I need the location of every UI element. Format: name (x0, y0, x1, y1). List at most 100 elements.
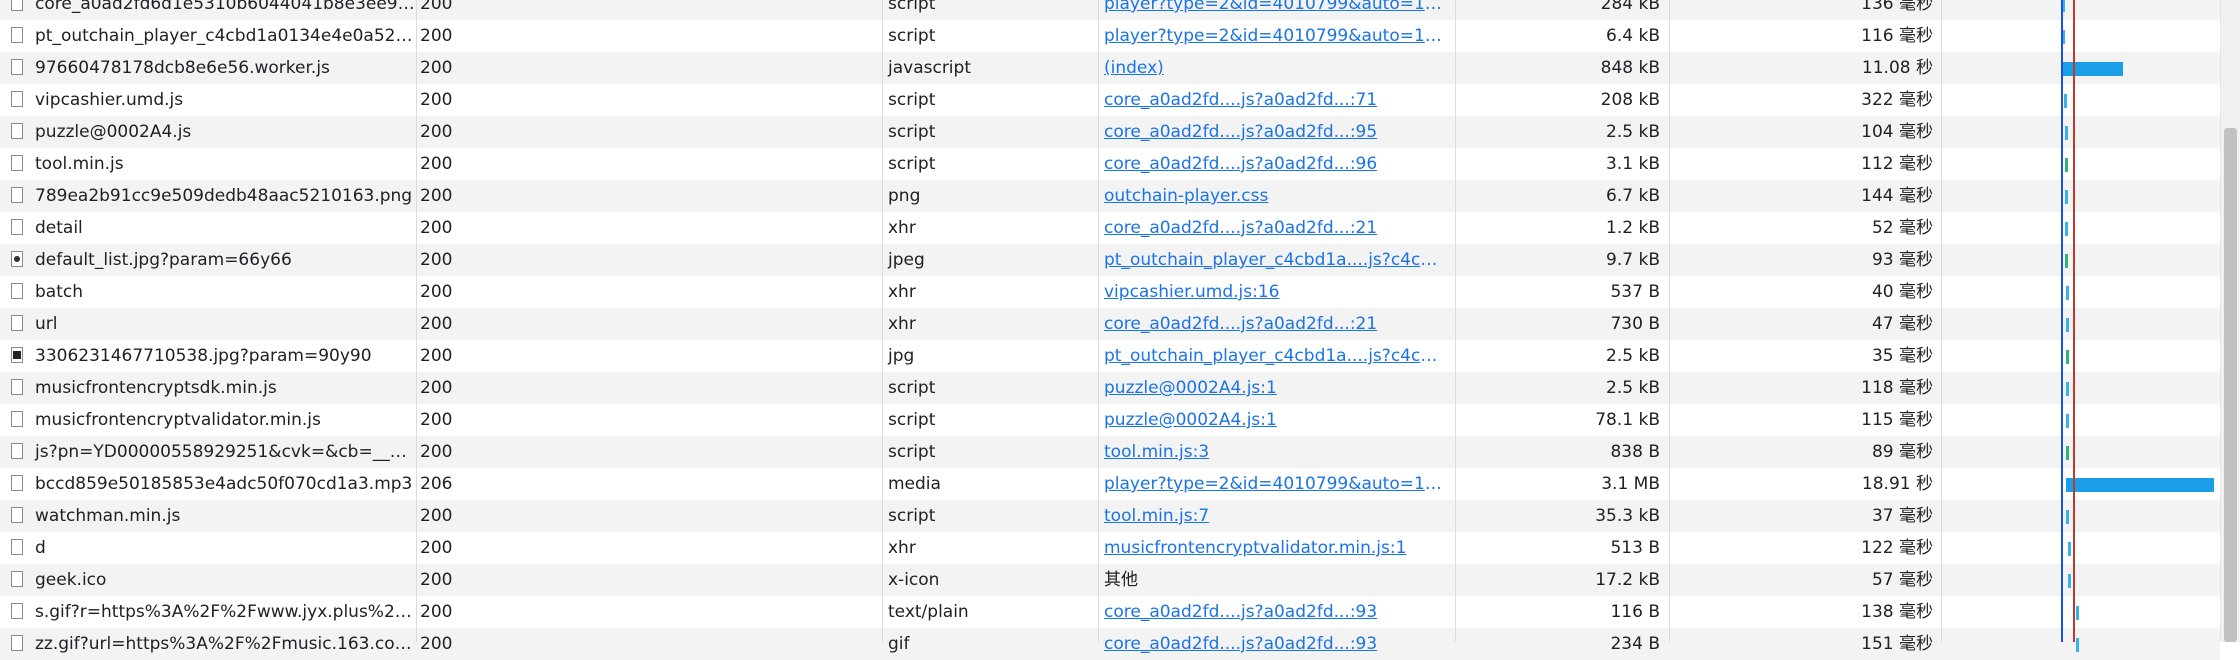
time-cell: 104 毫秒 (1861, 122, 1933, 142)
table-row[interactable]: puzzle@0002A4.js 200 script core_a0ad2fd...… (0, 116, 2220, 148)
table-row[interactable]: tool.min.js 200 script core_a0ad2fd....js?a… (0, 148, 2220, 180)
initiator-link[interactable]: core_a0ad2fd....js?a0ad2fd...:93 (1098, 628, 1455, 660)
initiator-link[interactable]: musicfrontencryptvalidator.min.js:1 (1098, 532, 1455, 564)
size-cell: 1.2 kB (1606, 218, 1660, 238)
request-name-cell[interactable]: pt_outchain_player_c4cbd1a0134e4e0a5217c… (0, 20, 416, 52)
waterfall-load-line (2073, 0, 2075, 642)
request-name-cell[interactable]: url (0, 308, 416, 340)
type-cell: script (888, 442, 936, 462)
table-row[interactable]: js?pn=YD00000558929251&cvk=&cb=__wmj... 2… (0, 436, 2220, 468)
time-cell: 322 毫秒 (1861, 90, 1933, 110)
document-icon (11, 539, 23, 555)
request-name-cell[interactable]: core_a0ad2fd6d1e5310b6044041b8e3ee956.js (0, 0, 416, 20)
request-name-cell[interactable]: watchman.min.js (0, 500, 416, 532)
size-cell: 35.3 kB (1595, 506, 1660, 526)
scrollbar-thumb[interactable] (2224, 128, 2237, 642)
request-name-cell[interactable]: bccd859e50185853e4adc50f070cd1a3.mp3 (0, 468, 416, 500)
request-name-cell[interactable]: s.gif?r=https%3A%2F%2Fwww.jyx.plus%2F&l.… (0, 596, 416, 628)
type-cell: script (888, 378, 936, 398)
table-row[interactable]: zz.gif?url=https%3A%2F%2Fmusic.163.com%.… (0, 628, 2220, 660)
initiator-link[interactable]: vipcashier.umd.js:16 (1098, 276, 1455, 308)
initiator-link[interactable]: outchain-player.css (1098, 180, 1455, 212)
request-name-cell[interactable]: geek.ico (0, 564, 416, 596)
waterfall-bar (2065, 286, 2069, 300)
status-cell: 200 (420, 186, 453, 206)
table-row[interactable]: musicfrontencryptvalidator.min.js 200 scri… (0, 404, 2220, 436)
request-name-cell[interactable]: batch (0, 276, 416, 308)
status-cell: 200 (420, 346, 453, 366)
initiator-link[interactable]: player?type=2&id=4010799&auto=1&height=6… (1098, 20, 1455, 52)
table-row[interactable]: detail 200 xhr core_a0ad2fd....js?a0ad2fd..… (0, 212, 2220, 244)
type-cell: media (888, 474, 941, 494)
type-cell: jpg (888, 346, 915, 366)
request-name-cell[interactable]: vipcashier.umd.js (0, 84, 416, 116)
request-name-cell[interactable]: musicfrontencryptvalidator.min.js (0, 404, 416, 436)
table-row[interactable]: geek.ico 200 x-icon 其他 17.2 kB 57 毫秒 (0, 564, 2220, 596)
initiator-link[interactable]: core_a0ad2fd....js?a0ad2fd...:96 (1098, 148, 1455, 180)
type-cell: jpeg (888, 250, 925, 270)
initiator-link[interactable]: pt_outchain_player_c4cbd1a....js?c4cbd1a… (1098, 244, 1455, 276)
size-cell: 17.2 kB (1595, 570, 1660, 590)
request-name-cell[interactable]: detail (0, 212, 416, 244)
table-row[interactable]: batch 200 xhr vipcashier.umd.js:16 537 B 40 毫… (0, 276, 2220, 308)
column-divider[interactable] (1098, 0, 1099, 642)
table-row[interactable]: 3306231467710538.jpg?param=90y90 200 jpg pt… (0, 340, 2220, 372)
status-cell: 200 (420, 314, 453, 334)
initiator-link[interactable]: player?type=2&id=4010799&auto=1&height=6… (1098, 0, 1455, 20)
column-divider[interactable] (882, 0, 883, 642)
table-row[interactable]: musicfrontencryptsdk.min.js 200 script puzz… (0, 372, 2220, 404)
request-name-cell[interactable]: 97660478178dcb8e6e56.worker.js (0, 52, 416, 84)
table-row[interactable]: s.gif?r=https%3A%2F%2Fwww.jyx.plus%2F&l.… (0, 596, 2220, 628)
initiator-link[interactable]: player?type=2&id=4010799&auto=1&height=6… (1098, 468, 1455, 500)
request-name-cell[interactable]: js?pn=YD00000558929251&cvk=&cb=__wmj... (0, 436, 416, 468)
waterfall-cell (1941, 244, 2220, 276)
table-row[interactable]: pt_outchain_player_c4cbd1a0134e4e0a5217c… (0, 20, 2220, 52)
table-row[interactable]: default_list.jpg?param=66y66 200 jpeg pt_ou… (0, 244, 2220, 276)
time-cell: 118 毫秒 (1861, 378, 1933, 398)
table-row[interactable]: vipcashier.umd.js 200 script core_a0ad2fd..… (0, 84, 2220, 116)
request-name: d (35, 538, 46, 558)
initiator-link[interactable]: (index) (1098, 52, 1455, 84)
table-row[interactable]: bccd859e50185853e4adc50f070cd1a3.mp3 206 m… (0, 468, 2220, 500)
vertical-scrollbar[interactable] (2220, 0, 2240, 642)
table-row[interactable]: core_a0ad2fd6d1e5310b6044041b8e3ee956.js… (0, 0, 2220, 20)
initiator-link[interactable]: tool.min.js:3 (1098, 436, 1455, 468)
size-cell: 234 B (1610, 634, 1660, 654)
time-cell: 144 毫秒 (1861, 186, 1933, 206)
column-divider[interactable] (1941, 0, 1942, 642)
initiator-link[interactable]: puzzle@0002A4.js:1 (1098, 404, 1455, 436)
initiator-link[interactable]: core_a0ad2fd....js?a0ad2fd...:93 (1098, 596, 1455, 628)
request-name-cell[interactable]: d (0, 532, 416, 564)
time-cell: 115 毫秒 (1861, 410, 1933, 430)
column-divider[interactable] (416, 0, 417, 642)
initiator-link[interactable]: core_a0ad2fd....js?a0ad2fd...:71 (1098, 84, 1455, 116)
initiator-link[interactable]: core_a0ad2fd....js?a0ad2fd...:95 (1098, 116, 1455, 148)
table-row[interactable]: d 200 xhr musicfrontencryptvalidator.min.js… (0, 532, 2220, 564)
waterfall-bar (2065, 350, 2069, 364)
table-row[interactable]: url 200 xhr core_a0ad2fd....js?a0ad2fd...:2… (0, 308, 2220, 340)
initiator-link[interactable]: puzzle@0002A4.js:1 (1098, 372, 1455, 404)
size-cell: 730 B (1610, 314, 1660, 334)
type-cell: gif (888, 634, 910, 654)
document-icon (11, 443, 23, 459)
column-divider[interactable] (1669, 0, 1670, 642)
table-row[interactable]: 97660478178dcb8e6e56.worker.js 200 javascr… (0, 52, 2220, 84)
column-divider[interactable] (1455, 0, 1456, 642)
status-cell: 200 (420, 442, 453, 462)
initiator-link[interactable]: tool.min.js:7 (1098, 500, 1455, 532)
table-row[interactable]: watchman.min.js 200 script tool.min.js:7 35.… (0, 500, 2220, 532)
waterfall-bar (2065, 222, 2069, 236)
request-name-cell[interactable]: default_list.jpg?param=66y66 (0, 244, 416, 276)
request-name-cell[interactable]: tool.min.js (0, 148, 416, 180)
request-name-cell[interactable]: puzzle@0002A4.js (0, 116, 416, 148)
initiator-link[interactable]: core_a0ad2fd....js?a0ad2fd...:21 (1098, 212, 1455, 244)
request-name-cell[interactable]: 789ea2b91cc9e509dedb48aac5210163.png (0, 180, 416, 212)
document-icon (11, 155, 23, 171)
initiator-link[interactable]: pt_outchain_player_c4cbd1a....js?c4cbd1a… (1098, 340, 1455, 372)
initiator-link[interactable]: core_a0ad2fd....js?a0ad2fd...:21 (1098, 308, 1455, 340)
request-name-cell[interactable]: musicfrontencryptsdk.min.js (0, 372, 416, 404)
request-name-cell[interactable]: 3306231467710538.jpg?param=90y90 (0, 340, 416, 372)
time-cell: 122 毫秒 (1861, 538, 1933, 558)
table-row[interactable]: 789ea2b91cc9e509dedb48aac5210163.png 200 p… (0, 180, 2220, 212)
request-name-cell[interactable]: zz.gif?url=https%3A%2F%2Fmusic.163.com%.… (0, 628, 416, 660)
